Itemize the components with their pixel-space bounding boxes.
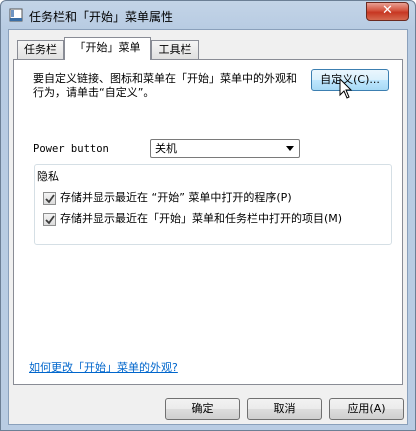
apply-button[interactable]: 应用(A) xyxy=(329,398,404,420)
privacy-group-title: 隐私 xyxy=(35,168,61,184)
power-button-select[interactable]: 关机 xyxy=(150,139,300,158)
power-button-label: Power button xyxy=(33,143,109,155)
ok-button[interactable]: 确定 xyxy=(165,398,240,420)
taskbar-app-icon xyxy=(9,8,23,22)
checkmark-icon xyxy=(45,194,55,204)
tab-taskbar[interactable]: 任务栏 xyxy=(17,40,64,59)
properties-window: 任务栏和「开始」菜单属性 ✕ 任务栏 「开始」菜单 工具栏 要自定义链接、图标和… xyxy=(0,0,416,431)
checkbox[interactable] xyxy=(43,192,56,205)
mouse-pointer-icon xyxy=(339,78,353,99)
window-title: 任务栏和「开始」菜单属性 xyxy=(29,10,174,24)
help-link[interactable]: 如何更改「开始」菜单的外观? xyxy=(29,359,178,375)
customize-description: 要自定义链接、图标和菜单在「开始」菜单中的外观和行为，请单击“自定义”。 xyxy=(33,72,297,99)
dialog-client-area: 任务栏 「开始」菜单 工具栏 要自定义链接、图标和菜单在「开始」菜单中的外观和行… xyxy=(8,29,408,425)
checkmark-icon xyxy=(45,215,55,225)
chevron-down-icon xyxy=(286,146,294,151)
checkbox[interactable] xyxy=(43,213,56,226)
cancel-button[interactable]: 取消 xyxy=(247,398,322,420)
close-button[interactable]: ✕ xyxy=(366,2,409,21)
tab-toolbars[interactable]: 工具栏 xyxy=(151,40,199,59)
close-icon: ✕ xyxy=(382,3,393,18)
title-bar[interactable]: 任务栏和「开始」菜单属性 ✕ xyxy=(1,1,415,29)
start-menu-tab-panel: 要自定义链接、图标和菜单在「开始」菜单中的外观和行为，请单击“自定义”。 自定义… xyxy=(13,59,403,385)
tab-start-menu[interactable]: 「开始」菜单 xyxy=(64,37,151,60)
